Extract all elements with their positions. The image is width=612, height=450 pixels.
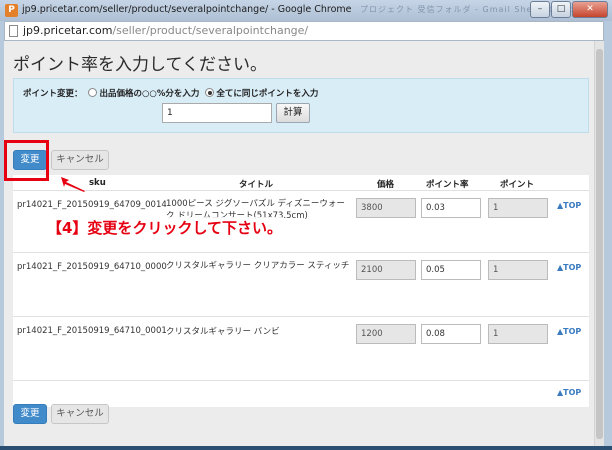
row-sku: pr14021_F_20150919_64710_0000 (17, 262, 167, 272)
header-sku: sku (89, 178, 106, 188)
row-price-field: 1200 (356, 324, 416, 344)
taskbar-fragment (0, 446, 612, 450)
browser-window: P jp9.pricetar.com/seller/product/severa… (0, 0, 612, 450)
header-point-rate: ポイント率 (426, 180, 469, 190)
row-title: クリスタルギャラリー クリアカラー スティッチ (166, 261, 350, 271)
page-icon (9, 25, 18, 37)
header-point: ポイント (500, 180, 535, 190)
url-host: jp9.pricetar.com (23, 24, 113, 37)
row-point-field: 1 (488, 260, 548, 280)
row-point-rate-input[interactable]: 0.05 (421, 260, 481, 280)
back-to-top-link[interactable]: ▲TOP (557, 388, 581, 397)
row-point-field: 1 (488, 198, 548, 218)
point-setting-row: ポイント変更： 出品価格の○○%分を入力 全てに同じポイントを入力 (23, 87, 318, 99)
header-title: タイトル (239, 180, 274, 190)
pointer-arrow-icon (61, 177, 85, 192)
page-title: ポイント率を入力してください。 (13, 55, 267, 75)
highlight-box (4, 140, 49, 181)
radio-same-point-option[interactable] (205, 88, 215, 97)
table-row: pr14021_F_20150919_64710_0000 クリスタルギャラリー… (13, 252, 589, 317)
row-title: クリスタルギャラリー バンビ (166, 327, 280, 337)
row-price-field: 3800 (356, 198, 416, 218)
point-setting-panel: ポイント変更： 出品価格の○○%分を入力 全てに同じポイントを入力 1 計算 (13, 78, 589, 133)
product-table: sku タイトル 価格 ポイント率 ポイント pr14021_F_2015091… (13, 175, 589, 407)
instruction-annotation: 【4】変更をクリックして下さい。 (47, 217, 282, 238)
address-bar[interactable]: jp9.pricetar.com/seller/product/severalp… (4, 21, 604, 41)
back-to-top-link[interactable]: ▲TOP (557, 201, 581, 210)
window-title: jp9.pricetar.com/seller/product/severalp… (22, 4, 352, 15)
row-sku: pr14021_F_20150919_64709_0014 (17, 200, 167, 210)
radio-percent-option[interactable] (88, 88, 98, 97)
minimize-button[interactable]: – (530, 1, 550, 18)
row-point-rate-input[interactable]: 0.03 (421, 198, 481, 218)
row-price-field: 2100 (356, 260, 416, 280)
change-button-bottom[interactable]: 変更 (13, 404, 47, 424)
url-path: /seller/product/severalpointchange/ (112, 24, 309, 37)
scrollbar-thumb[interactable] (596, 49, 603, 439)
point-value-input[interactable]: 1 (162, 103, 272, 123)
url-text[interactable]: jp9.pricetar.com/seller/product/severalp… (23, 24, 308, 37)
row-point-rate-input[interactable]: 0.08 (421, 324, 481, 344)
row-point-field: 1 (488, 324, 548, 344)
close-window-button[interactable]: ✕ (572, 1, 608, 18)
cancel-button-top[interactable]: キャンセル (51, 150, 109, 170)
back-to-top-link[interactable]: ▲TOP (557, 327, 581, 336)
point-change-label: ポイント変更： (23, 89, 83, 99)
calculate-button[interactable]: 計算 (276, 103, 310, 123)
radio-percent-label: 出品価格の○○%分を入力 (99, 89, 200, 99)
site-favicon-icon: P (5, 4, 18, 17)
header-price: 価格 (377, 180, 395, 190)
back-to-top-link[interactable]: ▲TOP (557, 263, 581, 272)
cancel-button-bottom[interactable]: キャンセル (51, 404, 109, 424)
page-content: ポイント率を入力してください。 ポイント変更： 出品価格の○○%分を入力 全てに… (4, 41, 604, 446)
vertical-scrollbar[interactable] (594, 41, 604, 446)
radio-same-point-label: 全てに同じポイントを入力 (216, 89, 319, 99)
maximize-button[interactable]: □ (551, 1, 571, 18)
title-bar: P jp9.pricetar.com/seller/product/severa… (0, 0, 612, 21)
table-row: pr14021_F_20150919_64710_0001 クリスタルギャラリー… (13, 316, 589, 381)
row-sku: pr14021_F_20150919_64710_0001 (17, 326, 167, 336)
